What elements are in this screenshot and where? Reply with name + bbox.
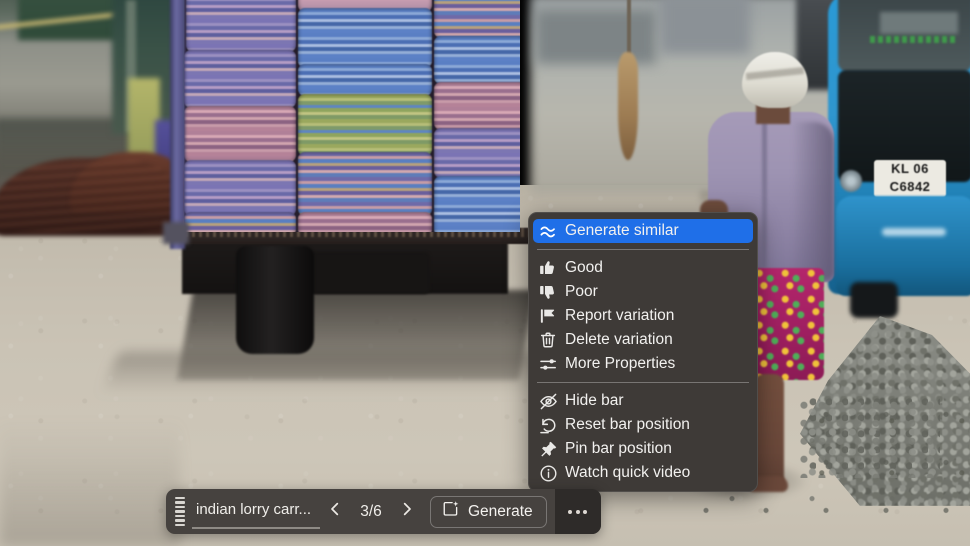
background-building-b	[660, 0, 750, 54]
menu-item-label: Good	[565, 259, 603, 276]
generate-sparkle-icon	[442, 500, 460, 523]
menu-item-good[interactable]: Good	[533, 256, 753, 280]
cargo-bale	[184, 50, 296, 108]
vertical-pole	[170, 0, 185, 249]
cargo-bale	[184, 106, 296, 162]
menu-item-report-variation[interactable]: Report variation	[533, 304, 753, 328]
menu-item-label: Hide bar	[565, 392, 624, 409]
rickshaw-green-lettering	[870, 36, 956, 43]
cargo-bale	[298, 152, 432, 216]
pedestrian-head-wrap	[742, 52, 808, 108]
next-variation-button[interactable]	[392, 495, 422, 529]
cargo-bale	[434, 36, 520, 84]
foreground-shade	[0, 420, 180, 546]
menu-item-label: Report variation	[565, 307, 675, 324]
license-plate-line-2: C6842	[889, 179, 931, 194]
cargo-bale	[298, 212, 432, 232]
menu-item-label: Pin bar position	[565, 440, 672, 457]
menu-item-hide-bar[interactable]: Hide bar	[533, 389, 753, 413]
menu-separator	[537, 382, 749, 383]
menu-item-reset-bar-position[interactable]: Reset bar position	[533, 413, 753, 437]
hanging-object	[618, 52, 638, 160]
generate-button-label: Generate	[468, 502, 533, 520]
floating-toolbar: indian lorry carr... 3/6 Generate	[166, 489, 601, 534]
screen: KL 06 C6842 Generate similar Good Poor R…	[0, 0, 970, 546]
pedestrian-shirt-seam	[762, 118, 767, 268]
cargo-bale	[186, 0, 296, 52]
rickshaw-license-plate: KL 06 C6842	[874, 160, 946, 197]
previous-variation-button[interactable]	[320, 495, 350, 529]
menu-item-pin-bar-position[interactable]: Pin bar position	[533, 437, 753, 461]
cargo-bale	[434, 176, 520, 232]
cargo-bale	[184, 212, 296, 232]
pedestrian-leg	[754, 374, 784, 486]
chevron-right-icon	[399, 500, 415, 523]
more-options-button[interactable]	[554, 489, 601, 534]
rickshaw-headlight	[840, 170, 862, 192]
menu-item-label: Reset bar position	[565, 416, 690, 433]
truck-wheel	[236, 246, 314, 354]
trash-icon	[539, 331, 565, 349]
rickshaw-wheel	[850, 282, 898, 318]
cargo-bale	[298, 64, 432, 96]
chevron-left-icon	[327, 500, 343, 523]
tile-pile-texture	[0, 160, 182, 232]
prompt-input-value: indian lorry carr...	[196, 501, 312, 518]
menu-item-watch-quick-video[interactable]: Watch quick video	[533, 461, 753, 485]
cargo-bale	[298, 8, 432, 68]
thumbs-up-icon	[539, 259, 565, 277]
info-circle-icon	[539, 464, 565, 483]
generate-button[interactable]: Generate	[430, 495, 547, 528]
flag-icon	[539, 307, 565, 325]
cargo-bale	[298, 94, 432, 156]
menu-item-label: More Properties	[565, 355, 676, 372]
variation-counter: 3/6	[360, 502, 382, 520]
sliders-icon	[539, 355, 565, 374]
reset-arrow-icon	[539, 416, 565, 435]
rickshaw-sun-strip	[880, 12, 958, 34]
approximately-equal-icon	[539, 222, 565, 241]
menu-item-label: Watch quick video	[565, 464, 691, 481]
menu-item-label: Generate similar	[565, 222, 679, 239]
cargo-bale	[434, 0, 520, 38]
menu-item-more-properties[interactable]: More Properties	[533, 352, 753, 376]
ellipsis-icon	[568, 509, 588, 514]
pushpin-icon	[539, 440, 565, 459]
menu-item-generate-similar[interactable]: Generate similar	[533, 219, 753, 243]
truck-cargo	[184, 0, 520, 232]
context-menu: Generate similar Good Poor Report variat…	[528, 212, 758, 492]
truck-shadow-soft	[101, 352, 549, 394]
cargo-bale	[184, 160, 296, 216]
drag-handle-icon[interactable]	[172, 495, 188, 529]
truck-axle	[310, 252, 430, 294]
eye-off-icon	[539, 392, 565, 411]
license-plate-line-1: KL 06	[891, 161, 929, 176]
menu-item-poor[interactable]: Poor	[533, 280, 753, 304]
background-building-a	[536, 10, 656, 64]
pedestrian-shirt-shadow	[792, 122, 834, 280]
thumbs-down-icon	[539, 283, 565, 301]
rickshaw-highlight	[882, 228, 946, 236]
cargo-bale	[434, 82, 520, 130]
menu-item-label: Delete variation	[565, 331, 673, 348]
menu-separator	[537, 249, 749, 250]
prompt-input[interactable]: indian lorry carr...	[192, 495, 320, 529]
menu-item-delete-variation[interactable]: Delete variation	[533, 328, 753, 352]
rickshaw-lower-body	[836, 196, 970, 296]
background-photo: KL 06 C6842	[0, 0, 970, 546]
cargo-bale	[434, 128, 520, 178]
pole-base	[163, 222, 189, 244]
menu-item-label: Poor	[565, 283, 598, 300]
